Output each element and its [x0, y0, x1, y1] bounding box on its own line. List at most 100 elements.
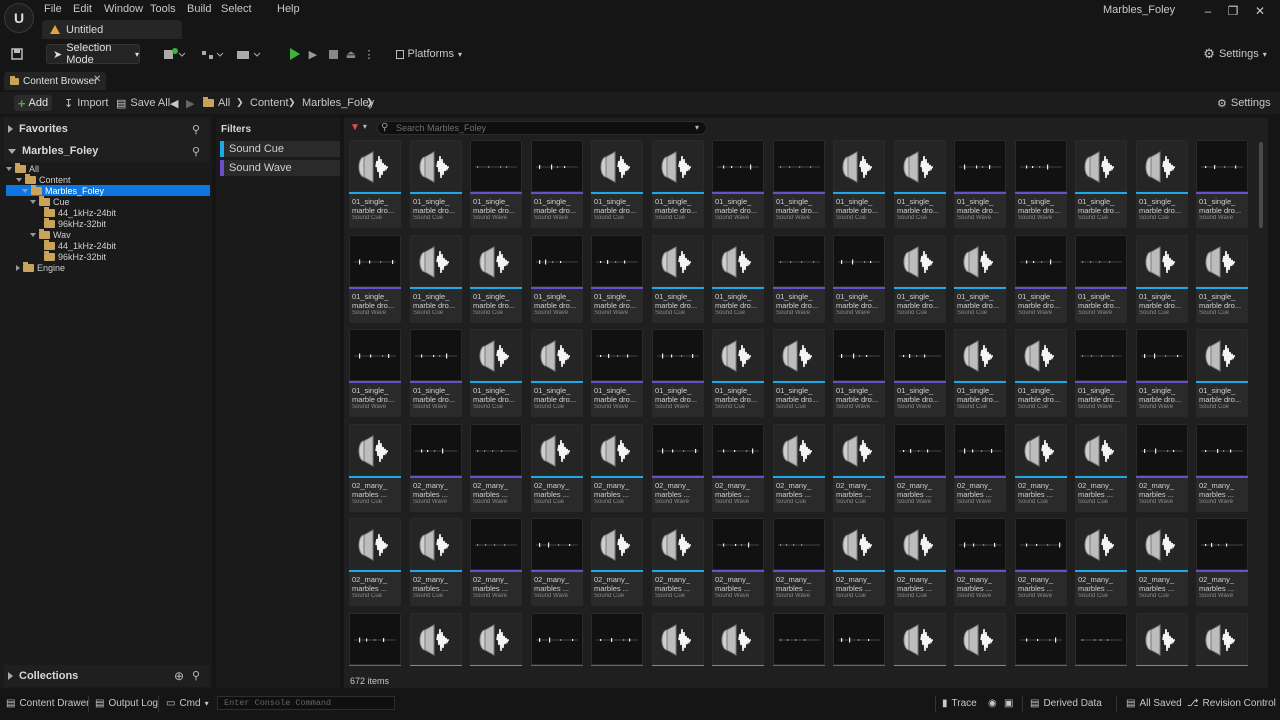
asset-tile-sound-wave[interactable]: 01_single_ marble dro... Sound Wave — [349, 329, 401, 417]
asset-tile-sound-wave[interactable]: 02_many_marbles ...Sound Wave — [531, 518, 583, 606]
asset-tile-sound-wave[interactable]: 02_many_marbles ...Sound Wave — [591, 613, 643, 666]
asset-tile-sound-wave[interactable]: 01_single_ marble dro... Sound Wave — [1075, 329, 1127, 417]
content-drawer-button[interactable]: ▤ Content Drawer — [6, 698, 89, 709]
filter-sound-cue[interactable]: Sound Cue — [220, 141, 340, 157]
menu-tools[interactable]: Tools — [150, 3, 176, 15]
menu-build[interactable]: Build — [187, 3, 211, 15]
asset-tile-sound-cue[interactable]: 02_many_marbles ...Sound Cue — [1136, 518, 1188, 606]
asset-tile-sound-cue[interactable]: 01_single_ marble dro... Sound Cue — [954, 235, 1006, 323]
asset-tile-sound-wave[interactable]: 01_single_ marble dro... Sound Wave — [1196, 140, 1248, 228]
trace-dropdown[interactable]: ▮ Trace — [942, 698, 977, 709]
favorites-header[interactable]: Favorites — [4, 118, 210, 140]
asset-tile-sound-cue[interactable]: 02_many_marbles ...Sound Cue — [1075, 424, 1127, 512]
asset-tile-sound-cue[interactable]: 02_many_marbles ...Sound Cue — [410, 518, 462, 606]
asset-tile-sound-cue[interactable]: 01_single_ marble dro... Sound Cue — [652, 140, 704, 228]
tree-item-engine[interactable]: Engine — [6, 261, 210, 273]
asset-tile-sound-cue[interactable]: 02_many_marbles ...Sound Cue — [591, 518, 643, 606]
save-icon[interactable] — [8, 44, 26, 64]
asset-tile-sound-cue[interactable]: 02_many_marbles ...Sound Cue — [349, 424, 401, 512]
asset-tile-sound-wave[interactable]: 02_many_marbles ...Sound Wave — [712, 424, 764, 512]
search-icon[interactable]: ⚲ — [192, 669, 200, 682]
forward-icon[interactable]: ▶ — [186, 97, 194, 110]
asset-tile-sound-cue[interactable]: 01_single_ marble dro... Sound Cue — [1196, 235, 1248, 323]
asset-tile-sound-wave[interactable]: 02_many_marbles ...Sound Wave — [470, 424, 522, 512]
asset-tile-sound-cue[interactable]: 02_many_marbles ...Sound Cue — [410, 613, 462, 666]
asset-tile-sound-wave[interactable]: 02_many_marbles ...Sound Wave — [773, 518, 825, 606]
asset-tile-sound-wave[interactable]: 02_many_marbles ...Sound Wave — [470, 518, 522, 606]
asset-tile-sound-wave[interactable]: 01_single_ marble dro... Sound Wave — [712, 140, 764, 228]
asset-tile-sound-wave[interactable]: 01_single_ marble dro... Sound Wave — [773, 235, 825, 323]
play-button[interactable] — [288, 44, 302, 64]
asset-tile-sound-wave[interactable]: 01_single_ marble dro... Sound Wave — [531, 140, 583, 228]
asset-tile-sound-wave[interactable]: 02_many_marbles ...Sound Wave — [1075, 613, 1127, 666]
asset-tile-sound-cue[interactable]: 01_single_ marble dro... Sound Cue — [1015, 329, 1067, 417]
asset-tile-sound-wave[interactable]: 01_single_ marble dro... Sound Wave — [894, 329, 946, 417]
asset-tile-sound-wave[interactable]: 02_many_marbles ...Sound Wave — [1136, 424, 1188, 512]
asset-tile-sound-wave[interactable]: 02_many_marbles ...Sound Wave — [410, 424, 462, 512]
menu-edit[interactable]: Edit — [73, 3, 92, 15]
asset-tile-sound-wave[interactable]: 01_single_ marble dro... Sound Wave — [773, 140, 825, 228]
asset-tile-sound-cue[interactable]: 02_many_marbles ...Sound Cue — [773, 424, 825, 512]
screenshot-icon[interactable]: ▣ — [1004, 698, 1013, 709]
content-browser-tab[interactable]: Content Browser — [4, 72, 106, 90]
asset-tile-sound-cue[interactable]: 01_single_ marble dro... Sound Cue — [349, 140, 401, 228]
asset-tile-sound-cue[interactable]: 02_many_marbles ...Sound Cue — [712, 613, 764, 666]
blueprint-icon[interactable] — [198, 44, 226, 64]
more-options-icon[interactable]: ⋮ — [364, 44, 375, 64]
record-icon[interactable]: ◉ — [988, 698, 997, 709]
asset-tile-sound-wave[interactable]: 01_single_ marble dro... Sound Wave — [349, 235, 401, 323]
asset-tile-sound-wave[interactable]: 02_many_marbles ...Sound Wave — [954, 424, 1006, 512]
asset-tile-sound-cue[interactable]: 01_single_ marble dro... Sound Cue — [954, 329, 1006, 417]
asset-tile-sound-cue[interactable]: 01_single_ marble dro... Sound Cue — [410, 140, 462, 228]
back-icon[interactable]: ◀ — [170, 97, 178, 110]
asset-tile-sound-cue[interactable]: 02_many_marbles ...Sound Cue — [894, 613, 946, 666]
menu-file[interactable]: File — [44, 3, 62, 15]
asset-tile-sound-cue[interactable]: 02_many_marbles ...Sound Cue — [531, 424, 583, 512]
asset-tile-sound-cue[interactable]: 01_single_ marble dro... Sound Cue — [1196, 329, 1248, 417]
asset-tile-sound-wave[interactable]: 02_many_marbles ...Sound Wave — [531, 613, 583, 666]
asset-tile-sound-cue[interactable]: 01_single_ marble dro... Sound Cue — [1136, 235, 1188, 323]
asset-tile-sound-cue[interactable]: 01_single_ marble dro... Sound Cue — [1075, 140, 1127, 228]
asset-tile-sound-cue[interactable]: 01_single_ marble dro... Sound Cue — [894, 235, 946, 323]
scrollbar-thumb[interactable] — [1259, 142, 1263, 228]
menu-window[interactable]: Window — [104, 3, 143, 15]
asset-tile-sound-wave[interactable]: 01_single_ marble dro... Sound Wave — [833, 235, 885, 323]
tree-item-all[interactable]: All — [6, 162, 210, 174]
menu-select[interactable]: Select — [221, 3, 252, 15]
cmd-dropdown[interactable]: ▭ Cmd ▾ — [166, 698, 209, 709]
asset-tile-sound-cue[interactable]: 02_many_marbles ...Sound Cue — [1075, 518, 1127, 606]
chevron-down-icon[interactable]: ▾ — [695, 123, 699, 132]
revision-control-button[interactable]: ⎇ Revision Control — [1187, 698, 1276, 709]
asset-tile-sound-cue[interactable]: 02_many_marbles ...Sound Cue — [1136, 613, 1188, 666]
tree-item-wav-44khz[interactable]: 44_1kHz-24bit — [6, 239, 210, 251]
folder-icon[interactable] — [203, 97, 214, 107]
asset-tile-sound-cue[interactable]: 01_single_ marble dro... Sound Cue — [712, 235, 764, 323]
asset-tile-sound-wave[interactable]: 01_single_ marble dro... Sound Wave — [1015, 235, 1067, 323]
asset-tile-sound-cue[interactable]: 01_single_ marble dro... Sound Cue — [773, 329, 825, 417]
asset-tile-sound-wave[interactable]: 01_single_ marble dro... Sound Wave — [1015, 140, 1067, 228]
search-icon[interactable]: ⚲ — [192, 145, 200, 158]
marbles-foley-header[interactable]: Marbles_Foley — [4, 140, 210, 162]
breadcrumb-content[interactable]: Content — [250, 97, 289, 109]
asset-tile-sound-cue[interactable]: 02_many_marbles ...Sound Cue — [1196, 613, 1248, 666]
eject-icon[interactable]: ⏏ — [344, 44, 358, 64]
asset-tile-sound-cue[interactable]: 02_many_marbles ...Sound Cue — [470, 613, 522, 666]
asset-tile-sound-cue[interactable]: 01_single_ marble dro... Sound Cue — [652, 235, 704, 323]
save-all-button[interactable]: ▤ Save All — [116, 97, 170, 110]
console-command-input[interactable]: Enter Console Command — [217, 696, 395, 710]
asset-tile-sound-wave[interactable]: 01_single_ marble dro... Sound Wave — [1075, 235, 1127, 323]
document-tab[interactable]: Untitled — [42, 20, 182, 39]
asset-tile-sound-cue[interactable]: 02_many_marbles ...Sound Cue — [349, 518, 401, 606]
asset-tile-sound-cue[interactable]: 02_many_marbles ...Sound Cue — [1015, 424, 1067, 512]
asset-tile-sound-cue[interactable]: 01_single_ marble dro... Sound Cue — [470, 235, 522, 323]
cinematics-icon[interactable] — [234, 44, 262, 64]
asset-tile-sound-wave[interactable]: 02_many_marbles ...Sound Wave — [712, 518, 764, 606]
asset-search-input[interactable]: Search Marbles_Foley — [377, 121, 707, 135]
tree-item-cue-96khz[interactable]: 96kHz-32bit — [6, 217, 210, 229]
asset-tile-sound-wave[interactable]: 02_many_marbles ...Sound Wave — [652, 424, 704, 512]
asset-tile-sound-cue[interactable]: 01_single_ marble dro... Sound Cue — [833, 140, 885, 228]
asset-tile-sound-wave[interactable]: 02_many_marbles ...Sound Wave — [954, 518, 1006, 606]
asset-tile-sound-cue[interactable]: 01_single_ marble dro... Sound Cue — [470, 329, 522, 417]
asset-tile-sound-wave[interactable]: 02_many_marbles ...Sound Wave — [349, 613, 401, 666]
asset-tile-sound-cue[interactable]: 02_many_marbles ...Sound Cue — [894, 518, 946, 606]
